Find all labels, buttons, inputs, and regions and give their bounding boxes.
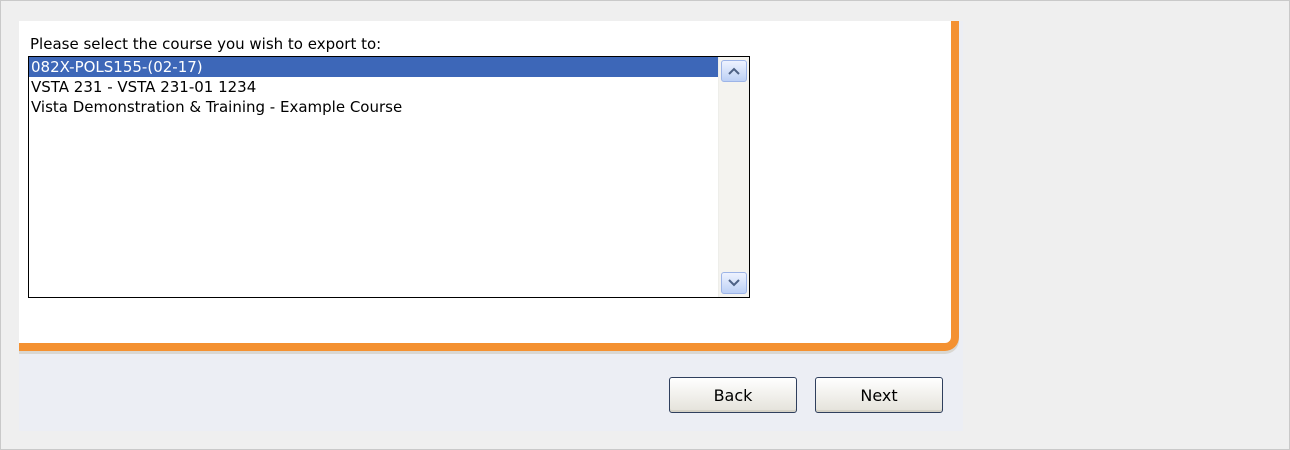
course-option-2[interactable]: Vista Demonstration & Training - Example… xyxy=(29,97,719,117)
scroll-up-button[interactable] xyxy=(721,60,747,82)
button-bar: Back Next xyxy=(19,357,963,431)
back-button[interactable]: Back xyxy=(669,377,797,413)
listbox-scrollbar[interactable] xyxy=(718,57,749,297)
next-button[interactable]: Next xyxy=(815,377,943,413)
course-option-0[interactable]: 082X-POLS155-(02-17) xyxy=(29,57,719,77)
export-panel: Please select the course you wish to exp… xyxy=(19,21,963,431)
chevron-down-icon xyxy=(728,279,740,287)
chevron-up-icon xyxy=(728,67,740,75)
course-select-prompt: Please select the course you wish to exp… xyxy=(30,35,382,53)
course-listbox[interactable]: 082X-POLS155-(02-17) VSTA 231 - VSTA 231… xyxy=(28,56,750,298)
course-selection-card: Please select the course you wish to exp… xyxy=(19,21,959,351)
scroll-down-button[interactable] xyxy=(721,272,747,294)
course-list: 082X-POLS155-(02-17) VSTA 231 - VSTA 231… xyxy=(29,57,719,117)
page-frame: Please select the course you wish to exp… xyxy=(0,0,1290,450)
course-option-1[interactable]: VSTA 231 - VSTA 231-01 1234 xyxy=(29,77,719,97)
